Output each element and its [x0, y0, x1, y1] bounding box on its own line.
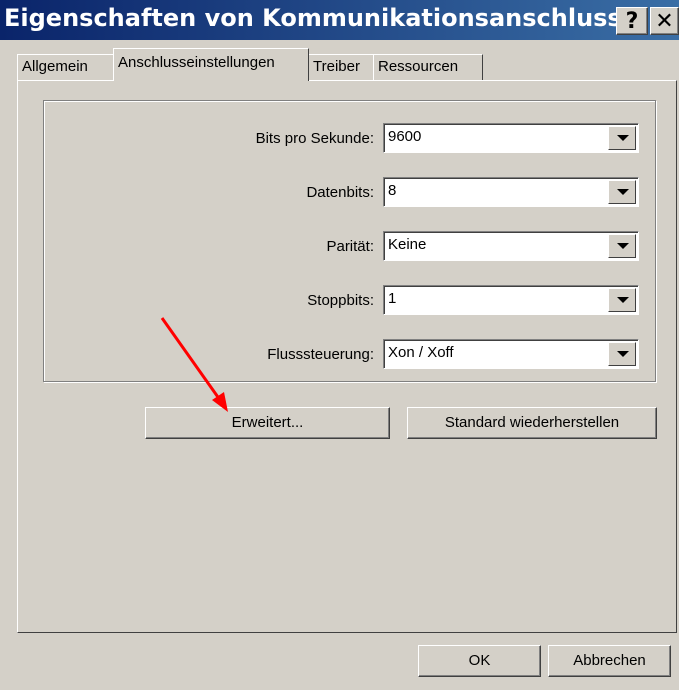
annotation-arrow	[160, 317, 228, 412]
annotation-arrow-line	[160, 317, 222, 401]
tab-anschlusseinstellungen[interactable]: Anschlusseinstellungen	[113, 48, 309, 81]
properties-dialog: Eigenschaften von Kommunikationsanschlus…	[0, 0, 679, 690]
annotation-arrow-head	[212, 392, 228, 412]
